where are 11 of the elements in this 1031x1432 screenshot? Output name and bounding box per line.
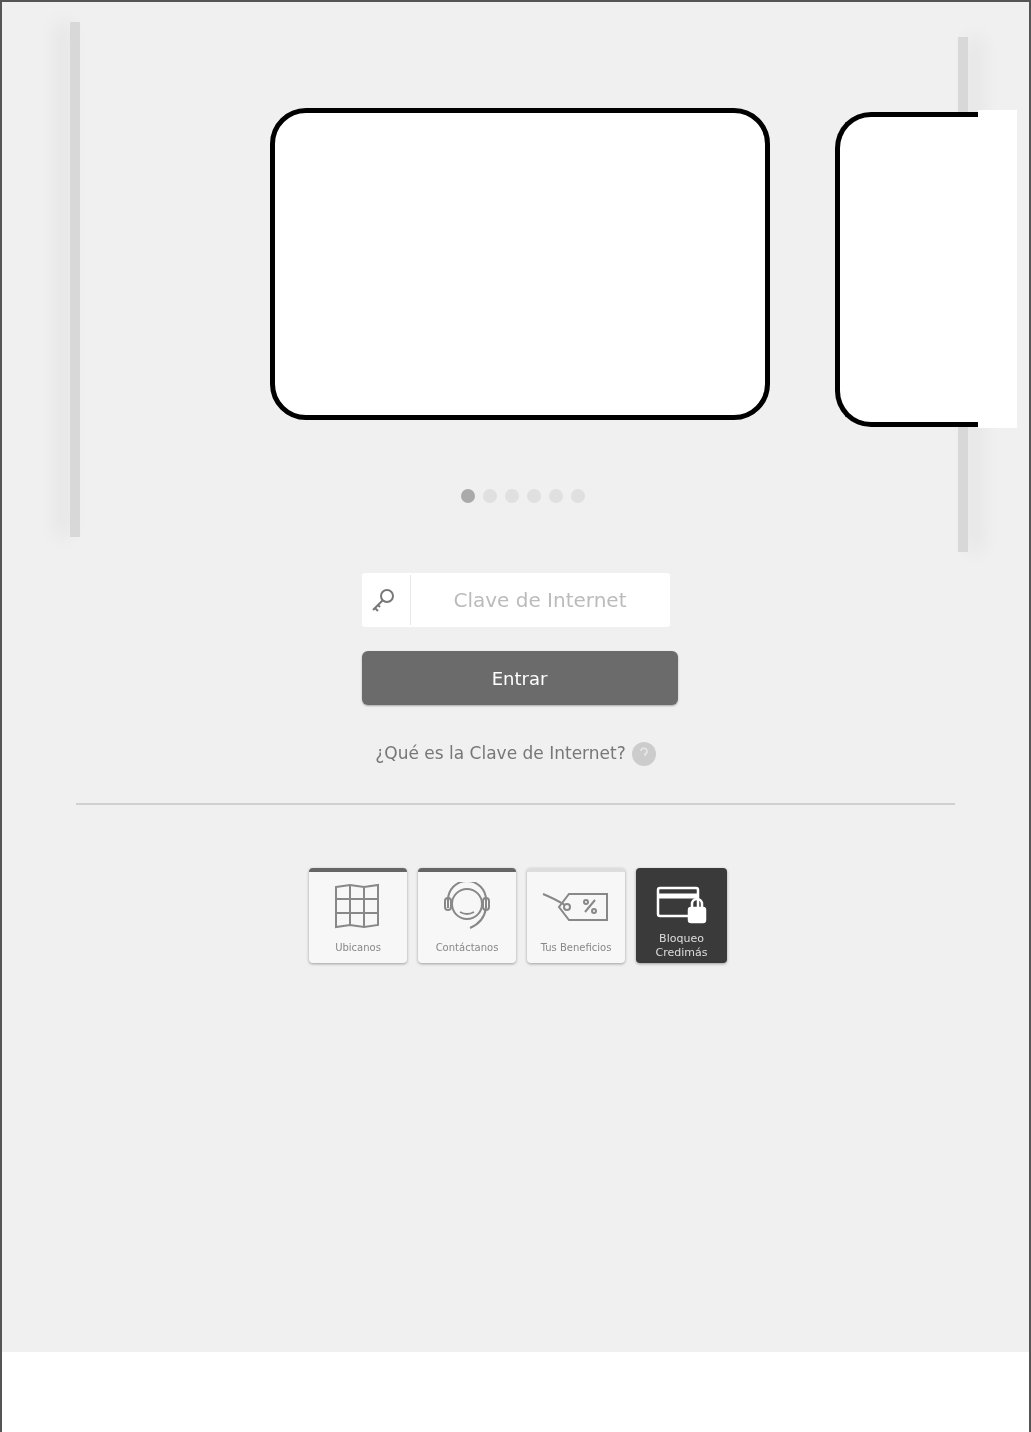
password-input[interactable]: Clave de Internet [410,573,670,627]
map-icon [334,882,382,929]
password-field[interactable]: Clave de Internet [361,573,670,627]
locked-card-icon [655,885,708,926]
shortcut-tile[interactable]: Contáctanos [418,867,516,963]
shortcut-tile[interactable]: Tus Beneficios [527,867,625,963]
help-icon[interactable] [631,741,656,766]
shortcut-tile[interactable]: Bloqueo Credimás [636,867,727,963]
enter-button[interactable]: Entrar [361,651,678,705]
help-link[interactable]: ¿Qué es la Clave de Internet? [375,741,626,767]
shortcut-tile[interactable]: Ubicanos [309,867,407,963]
